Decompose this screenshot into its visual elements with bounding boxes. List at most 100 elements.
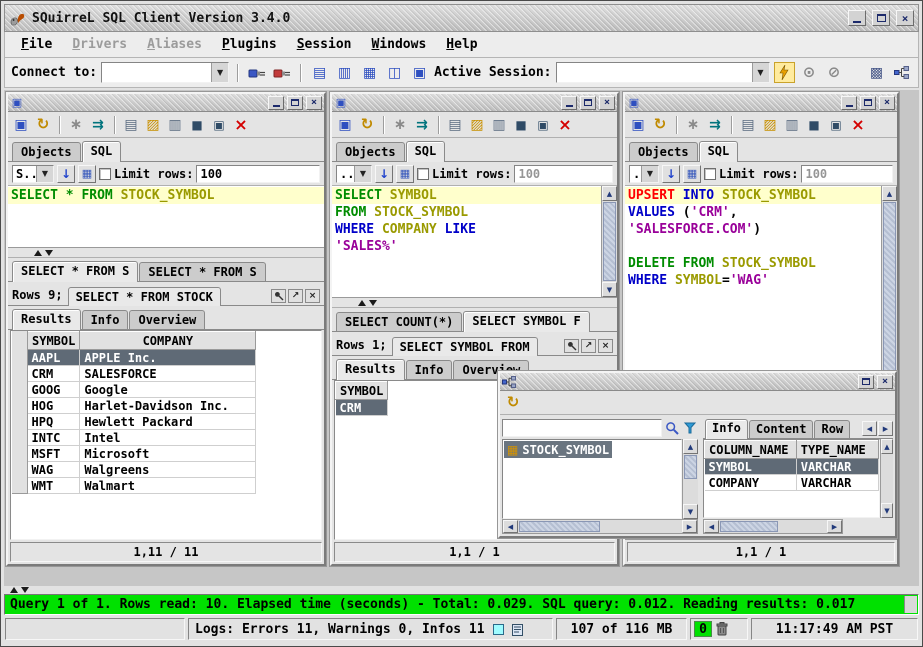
tab-results[interactable]: Results: [12, 309, 81, 330]
close-button[interactable]: ×: [896, 10, 914, 26]
open-file-icon[interactable]: ▨: [760, 115, 780, 135]
tile-vertical-icon[interactable]: ▦: [359, 62, 380, 83]
scrollbar-thumb[interactable]: [603, 202, 616, 281]
current-result-tab[interactable]: SELECT * FROM STOCK: [68, 287, 221, 306]
scrollbar-track[interactable]: [601, 520, 682, 533]
tile-horizontal-icon[interactable]: ▥: [334, 62, 355, 83]
sql-history-combo[interactable]: . ▼: [629, 165, 659, 183]
tab-select-from-s[interactable]: SELECT * FROM S: [12, 261, 138, 282]
editor-line[interactable]: [625, 238, 881, 255]
columns-table[interactable]: COLUMN_NAMETYPE_NAMESYMBOLVARCHARCOMPANY…: [703, 439, 880, 518]
open-in-table-button[interactable]: ▦: [78, 165, 96, 183]
column-header[interactable]: SYMBOL: [28, 332, 80, 350]
search-icon[interactable]: [663, 420, 680, 437]
detail-vertical-scrollbar[interactable]: ▲ ▼: [880, 439, 893, 518]
scrollbar-thumb[interactable]: [519, 521, 600, 532]
connect-alias-icon[interactable]: [246, 62, 267, 83]
limit-rows-field[interactable]: 100: [801, 165, 893, 183]
current-result-tab[interactable]: SELECT SYMBOL FROM: [392, 337, 538, 356]
gc-status-cell[interactable]: 0: [690, 618, 748, 640]
reconnect-session-icon[interactable]: [271, 62, 292, 83]
frame-titlebar[interactable]: ▣ ×: [625, 94, 897, 112]
filter-icon[interactable]: [681, 420, 698, 437]
scroll-down-icon[interactable]: ▼: [881, 503, 893, 518]
scroll-right-icon[interactable]: ▶: [827, 520, 842, 533]
editor-line[interactable]: WHERE SYMBOL='WAG': [625, 272, 881, 289]
maximize-all-windows-icon[interactable]: ◫: [384, 62, 405, 83]
limit-rows-checkbox[interactable]: [704, 168, 716, 180]
editor-line[interactable]: WHERE COMPANY LIKE: [332, 221, 601, 238]
frame-maximize-button[interactable]: [287, 96, 303, 110]
frame-maximize-button[interactable]: [860, 96, 876, 110]
tree-item-stock-symbol[interactable]: ▦ STOCK_SYMBOL: [504, 441, 612, 458]
tab-select-count-[interactable]: SELECT COUNT(*): [336, 312, 462, 331]
frame-close-button[interactable]: ×: [879, 96, 895, 110]
splitter-up-icon[interactable]: [10, 587, 18, 593]
frame-close-button[interactable]: ×: [599, 96, 615, 110]
star-icon[interactable]: ∗: [683, 115, 703, 135]
logs-status-cell[interactable]: Logs: Errors 11, Warnings 0, Infos 11: [188, 618, 553, 640]
scroll-down-icon[interactable]: ▼: [683, 504, 698, 519]
sql-editor[interactable]: SELECT SYMBOLFROM STOCK_SYMBOLWHERE COMP…: [332, 186, 601, 297]
sql-history-combo[interactable]: ... ▼: [336, 165, 372, 183]
new-file-icon[interactable]: ▤: [121, 115, 141, 135]
save-all-icon[interactable]: ▣: [209, 115, 229, 135]
open-file-icon[interactable]: ▨: [467, 115, 487, 135]
detail-horizontal-scrollbar[interactable]: ◀ ▶: [703, 519, 843, 534]
table-row[interactable]: SYMBOLVARCHAR: [705, 459, 879, 475]
table-row[interactable]: HPQHewlett Packard: [28, 414, 256, 430]
table-row[interactable]: WMTWalmart: [28, 478, 256, 494]
branch-icon[interactable]: ⇉: [88, 115, 108, 135]
frame-close-button[interactable]: ×: [306, 96, 322, 110]
splitter-down-icon[interactable]: [45, 250, 53, 256]
scroll-right-icon[interactable]: ▶: [682, 520, 697, 533]
table-row[interactable]: AAPLAPPLE Inc.: [28, 350, 256, 366]
branch-icon[interactable]: ⇉: [705, 115, 725, 135]
sql-lightning-icon[interactable]: [774, 62, 795, 83]
session-objects-icon[interactable]: ⊙: [799, 62, 820, 83]
copy-icon[interactable]: ▥: [165, 115, 185, 135]
close-file-icon[interactable]: ×: [555, 115, 575, 135]
save-icon[interactable]: ■: [187, 115, 207, 135]
tab-sql[interactable]: SQL: [699, 141, 739, 162]
chevron-down-icon[interactable]: ▼: [641, 166, 658, 182]
splitter-up-icon[interactable]: [358, 300, 366, 306]
chevron-down-icon[interactable]: ▼: [36, 166, 53, 182]
table-row[interactable]: WAGWalgreens: [28, 462, 256, 478]
menu-help[interactable]: Help: [436, 34, 487, 55]
limit-rows-checkbox[interactable]: [417, 168, 429, 180]
copy-icon[interactable]: ▥: [489, 115, 509, 135]
frame-titlebar[interactable]: ▣ ×: [332, 94, 617, 112]
scrollbar-track[interactable]: [683, 480, 698, 504]
frame-maximize-button[interactable]: [580, 96, 596, 110]
panel-titlebar[interactable]: ×: [500, 373, 895, 391]
save-icon[interactable]: ■: [511, 115, 531, 135]
mdi-status-splitter[interactable]: [4, 586, 919, 594]
new-file-icon[interactable]: ▤: [445, 115, 465, 135]
editor-line[interactable]: SELECT * FROM STOCK_SYMBOL: [8, 187, 324, 204]
session-window-icon[interactable]: ▣: [628, 115, 648, 135]
status-bar-grip[interactable]: [904, 596, 917, 613]
chevron-down-icon[interactable]: ▼: [211, 63, 228, 82]
maximize-button[interactable]: [872, 10, 890, 26]
save-all-icon[interactable]: ▣: [826, 115, 846, 135]
editor-line[interactable]: DELETE FROM STOCK_SYMBOL: [625, 255, 881, 272]
results-table[interactable]: SYMBOLCOMPANYAAPLAPPLE Inc.CRMSALESFORCE…: [10, 330, 322, 540]
save-all-icon[interactable]: ▣: [533, 115, 553, 135]
column-header[interactable]: SYMBOL: [336, 382, 388, 400]
tree-filter-input[interactable]: [502, 419, 662, 437]
new-file-icon[interactable]: ▤: [738, 115, 758, 135]
open-in-table-button[interactable]: ▦: [683, 165, 701, 183]
branch-icon[interactable]: ⇉: [412, 115, 432, 135]
tab-objects[interactable]: Objects: [336, 142, 405, 161]
tab-select-from-s[interactable]: SELECT * FROM S: [139, 262, 265, 281]
tab-info[interactable]: Info: [82, 310, 129, 329]
table-row[interactable]: GOOGGoogle: [28, 382, 256, 398]
scrollbar-track[interactable]: [779, 520, 827, 533]
frame-minimize-button[interactable]: [268, 96, 284, 110]
refresh-icon[interactable]: ↻: [503, 393, 523, 413]
detach-icon[interactable]: ↗: [581, 339, 596, 353]
limit-rows-checkbox[interactable]: [99, 168, 111, 180]
sql-editor[interactable]: SELECT * FROM STOCK_SYMBOL: [8, 186, 324, 247]
frame-titlebar[interactable]: ▣ ×: [8, 94, 324, 112]
